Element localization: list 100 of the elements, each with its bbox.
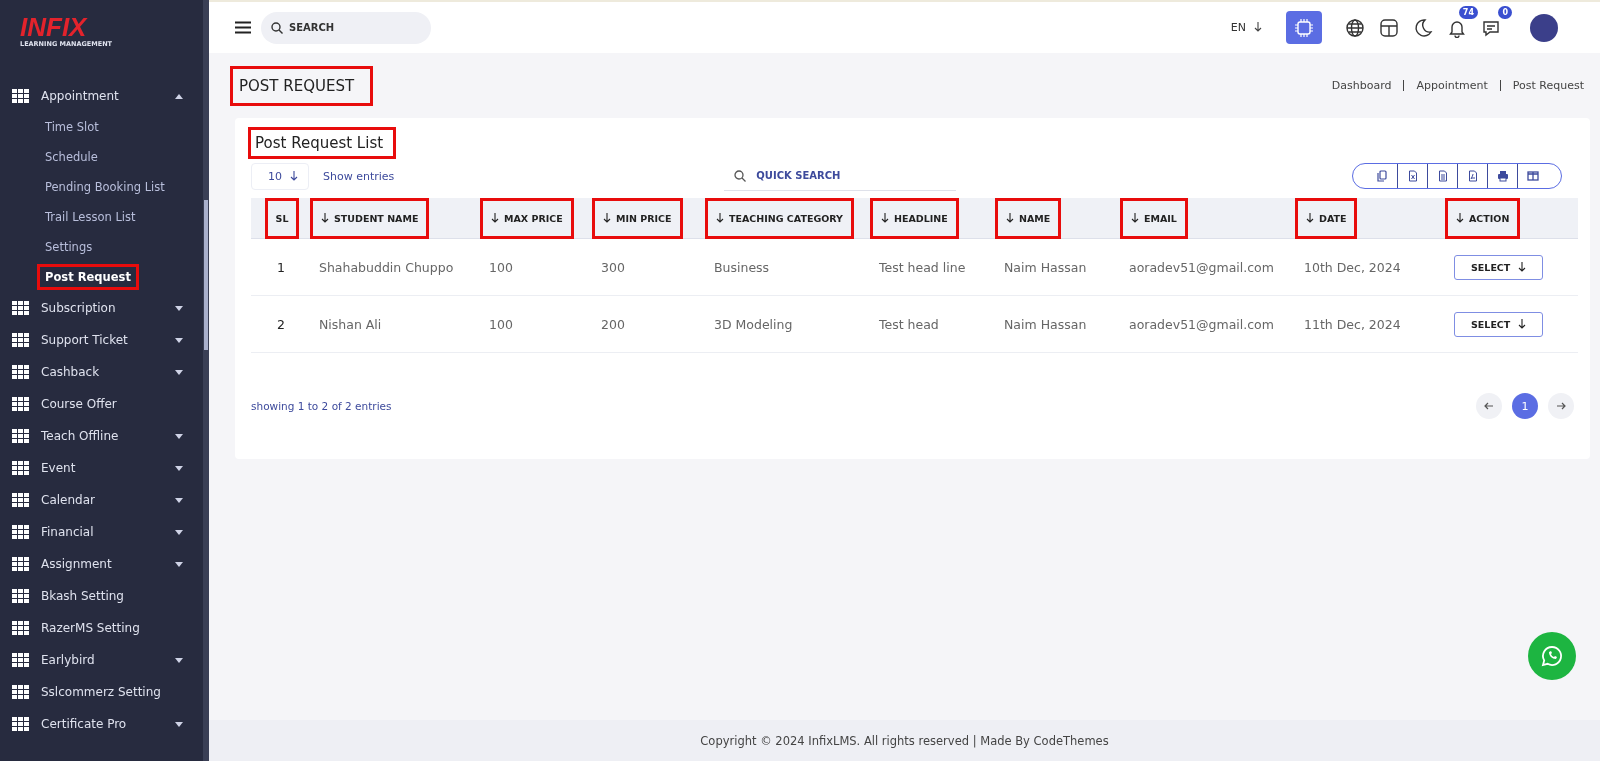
table-cell-text: 100 [489,258,513,277]
caret-icon [175,561,183,567]
table-cell-text: 2 [277,315,285,334]
sidebar-item[interactable]: Bkash Setting [0,580,203,612]
table-cell-text: aoradev51@gmail.com [1129,315,1274,334]
caret-icon [175,497,183,503]
sidebar-item[interactable]: RazerMS Setting [0,612,203,644]
chat-bubble-icon[interactable] [1528,632,1576,680]
table-cell-text: Nishan Ali [319,315,382,334]
card-title: Post Request List [251,130,394,156]
sidebar-item[interactable]: Earlybird [0,644,203,676]
search-icon [271,21,283,34]
quick-search-field[interactable]: QUICK SEARCH [724,161,957,191]
grid-icon [12,364,30,380]
chip-icon[interactable] [1286,11,1322,44]
message-badge: 0 [1498,5,1512,19]
arrow-down-icon [491,212,499,223]
menu-icon[interactable] [235,21,251,34]
table-cell-text: Naim Hassan [1004,258,1087,277]
arrow-right-icon [1556,401,1566,411]
sidebar-item[interactable]: Cashback [0,356,203,388]
sidebar-subitem[interactable]: Trail Lesson List [40,207,141,227]
entries-summary: showing 1 to 2 of 2 entries [251,400,392,412]
table-cell-text: 100 [489,315,513,334]
previous-page-button[interactable] [1476,393,1502,419]
grid-icon [12,716,30,732]
table-cell-text: Naim Hassan [1004,315,1087,334]
arrow-down-icon [321,212,329,223]
table-cell-text: 200 [601,315,625,334]
document-icon [1406,170,1419,182]
copy-icon [1376,170,1388,182]
sidebar-subitem[interactable]: Schedule [40,147,103,167]
sidebar-item[interactable]: Teach Offline [0,420,203,452]
show-entries-label: Show entries [323,169,395,183]
caret-icon [175,337,183,343]
sidebar-subitem[interactable]: Settings [40,237,98,257]
caret-icon [175,93,183,99]
table-cell-text: 1 [277,258,285,277]
sidebar-item[interactable]: Course Offer [0,388,203,420]
grid-icon [12,460,30,476]
caret-icon [175,305,183,311]
footer-text: Copyright © 2024 InfixLMS. All rights reserved | Made By CodeThemes [209,720,1600,761]
sidebar-subitem[interactable]: Pending Booking List [40,177,170,197]
select-button[interactable]: SELECT [1454,254,1544,280]
grid-icon [12,684,30,700]
printer-icon [1496,170,1509,182]
grid-icon [12,492,30,508]
grid-icon [12,556,30,572]
grid-icon [12,332,30,348]
layout-icon[interactable] [1379,17,1399,38]
grid-icon [12,652,30,668]
caret-icon [175,465,183,471]
grid-icon [12,396,30,412]
caret-icon [175,369,183,375]
table-cell-text: Test head [879,315,939,334]
sidebar-item[interactable]: Appointment [0,80,203,112]
arrow-down-icon [1518,318,1527,329]
caret-icon [175,529,183,535]
columns-icon [1526,170,1539,182]
table-cell-text: 11th Dec, 2024 [1304,315,1401,334]
grid-icon [12,88,30,104]
select-button[interactable]: SELECT [1454,311,1544,337]
search-field[interactable]: SEARCH [261,11,431,44]
sidebar-item[interactable]: Sslcommerz Setting [0,676,203,708]
table-cell-text: Test head line [879,258,966,277]
grid-icon [12,588,30,604]
grid-icon [12,300,30,316]
table-cell-text: 10th Dec, 2024 [1304,258,1401,277]
moon-icon[interactable] [1413,17,1433,38]
sidebar-subitem[interactable]: Post Request [40,267,136,287]
next-page-button[interactable] [1548,393,1574,419]
globe-icon[interactable] [1345,17,1365,38]
breadcrumb-link[interactable]: Post Request [1512,79,1584,92]
table-cell-text: aoradev51@gmail.com [1129,258,1274,277]
sidebar-item[interactable]: Support Ticket [0,324,203,356]
caret-icon [175,657,183,663]
avatar[interactable] [1530,13,1558,42]
page-button[interactable]: 1 [1512,393,1538,419]
table-cell-text: Business [714,258,770,277]
sidebar-subitem[interactable]: Time Slot [40,117,104,137]
grid-icon [12,428,30,444]
grid-icon [12,524,30,540]
grid-icon [12,620,30,636]
arrow-down-icon [1254,22,1262,32]
sidebar-item[interactable]: Certificate Pro [0,708,203,740]
sidebar-item[interactable]: Calendar [0,484,203,516]
notification-badge: 74 [1458,5,1478,19]
sidebar-item[interactable]: Subscription [0,292,203,324]
sidebar-item[interactable]: Assignment [0,548,203,580]
table-cell-text: 3D Modeling [714,315,793,334]
document-icon [1436,170,1449,182]
breadcrumb-link[interactable]: Dashboard [1331,79,1392,92]
language-selector[interactable]: EN [1230,21,1262,34]
arrow-down-icon [1006,212,1014,223]
arrow-down-icon [1306,212,1314,223]
sidebar-item[interactable]: Event [0,452,203,484]
arrow-down-icon [1131,212,1139,223]
page-size-select[interactable]: 10 [251,162,309,190]
breadcrumb-link[interactable]: Appointment [1416,79,1488,92]
sidebar-item[interactable]: Financial [0,516,203,548]
